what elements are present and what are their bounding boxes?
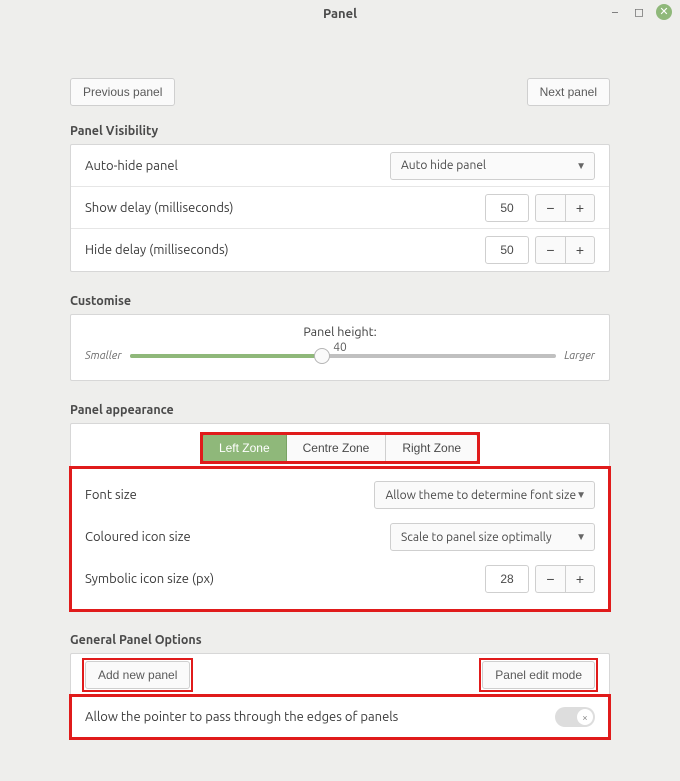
font-size-label: Font size xyxy=(85,488,137,502)
previous-panel-button[interactable]: Previous panel xyxy=(70,78,175,106)
row-font-size: Font size Allow theme to determine font … xyxy=(71,474,609,516)
symbolic-icon-stepper: − + xyxy=(485,565,595,593)
zone-tabs: Left Zone Centre Zone Right Zone xyxy=(71,424,609,462)
row-pointer-pass: Allow the pointer to pass through the ed… xyxy=(71,696,609,738)
customise-card: Panel height: 40 Smaller Larger xyxy=(70,314,610,381)
row-coloured-icon: Coloured icon size Scale to panel size o… xyxy=(71,516,609,558)
show-delay-increment-button[interactable]: + xyxy=(565,194,595,222)
panel-edit-mode-button[interactable]: Panel edit mode xyxy=(482,661,595,689)
visibility-card: Auto-hide panel Auto hide panel ▼ Show d… xyxy=(70,144,610,272)
general-card: Add new panel Panel edit mode Allow the … xyxy=(70,653,610,739)
coloured-icon-label: Coloured icon size xyxy=(85,530,191,544)
slider-handle[interactable] xyxy=(314,348,330,364)
show-delay-decrement-button[interactable]: − xyxy=(535,194,565,222)
slider-fill xyxy=(130,354,322,358)
show-delay-label: Show delay (milliseconds) xyxy=(85,201,233,215)
panel-height-box: Panel height: 40 Smaller Larger xyxy=(71,315,609,380)
heading-visibility: Panel Visibility xyxy=(70,124,610,138)
coloured-icon-dropdown[interactable]: Scale to panel size optimally ▼ xyxy=(390,523,595,551)
autohide-label: Auto-hide panel xyxy=(85,159,178,173)
window-title: Panel xyxy=(323,7,357,21)
minimize-icon[interactable]: – xyxy=(608,5,622,19)
hide-delay-input[interactable] xyxy=(485,236,529,264)
content: Previous panel Next panel Panel Visibili… xyxy=(0,28,680,781)
panel-height-label: Panel height: xyxy=(85,325,595,339)
panel-height-slider-row: Smaller Larger xyxy=(85,348,595,364)
hide-delay-decrement-button[interactable]: − xyxy=(535,236,565,264)
heading-general: General Panel Options xyxy=(70,633,610,647)
symbolic-icon-input[interactable] xyxy=(485,565,529,593)
tab-centre-zone[interactable]: Centre Zone xyxy=(287,434,386,462)
font-size-dropdown[interactable]: Allow theme to determine font size ▼ xyxy=(374,481,595,509)
heading-appearance: Panel appearance xyxy=(70,403,610,417)
slider-smaller-label: Smaller xyxy=(85,350,122,362)
symbolic-icon-decrement-button[interactable]: − xyxy=(535,565,565,593)
next-panel-button[interactable]: Next panel xyxy=(527,78,610,106)
maximize-icon[interactable]: ◻ xyxy=(632,5,646,19)
autohide-dropdown[interactable]: Auto hide panel ▼ xyxy=(390,152,595,180)
hide-delay-label: Hide delay (milliseconds) xyxy=(85,243,229,257)
font-size-value: Allow theme to determine font size xyxy=(385,489,576,502)
add-new-panel-button[interactable]: Add new panel xyxy=(85,661,190,689)
hide-delay-increment-button[interactable]: + xyxy=(565,236,595,264)
window-controls: – ◻ ✕ xyxy=(608,4,672,20)
titlebar: Panel – ◻ ✕ xyxy=(0,0,680,28)
autohide-dropdown-value: Auto hide panel xyxy=(401,159,486,172)
row-general-buttons: Add new panel Panel edit mode xyxy=(71,654,609,696)
panel-nav: Previous panel Next panel xyxy=(70,78,610,106)
slider-larger-label: Larger xyxy=(564,350,595,362)
row-autohide: Auto-hide panel Auto hide panel ▼ xyxy=(71,145,609,187)
symbolic-icon-label: Symbolic icon size (px) xyxy=(85,572,214,586)
heading-customise: Customise xyxy=(70,294,610,308)
coloured-icon-value: Scale to panel size optimally xyxy=(401,531,552,544)
chevron-down-icon: ▼ xyxy=(576,531,586,543)
appearance-body: Font size Allow theme to determine font … xyxy=(71,468,609,610)
row-show-delay: Show delay (milliseconds) − + xyxy=(71,187,609,229)
close-icon[interactable]: ✕ xyxy=(656,4,672,20)
pointer-pass-toggle[interactable]: × xyxy=(555,707,595,727)
chevron-down-icon: ▼ xyxy=(576,160,586,172)
chevron-down-icon: ▼ xyxy=(576,489,586,501)
row-symbolic-icon: Symbolic icon size (px) − + xyxy=(71,558,609,600)
show-delay-input[interactable] xyxy=(485,194,529,222)
tab-left-zone[interactable]: Left Zone xyxy=(202,434,287,462)
symbolic-icon-increment-button[interactable]: + xyxy=(565,565,595,593)
tab-right-zone[interactable]: Right Zone xyxy=(385,434,478,462)
show-delay-stepper: − + xyxy=(485,194,595,222)
toggle-knob: × xyxy=(577,709,593,725)
appearance-card: Left Zone Centre Zone Right Zone Font si… xyxy=(70,423,610,611)
panel-height-slider[interactable] xyxy=(130,348,557,364)
hide-delay-stepper: − + xyxy=(485,236,595,264)
row-hide-delay: Hide delay (milliseconds) − + xyxy=(71,229,609,271)
